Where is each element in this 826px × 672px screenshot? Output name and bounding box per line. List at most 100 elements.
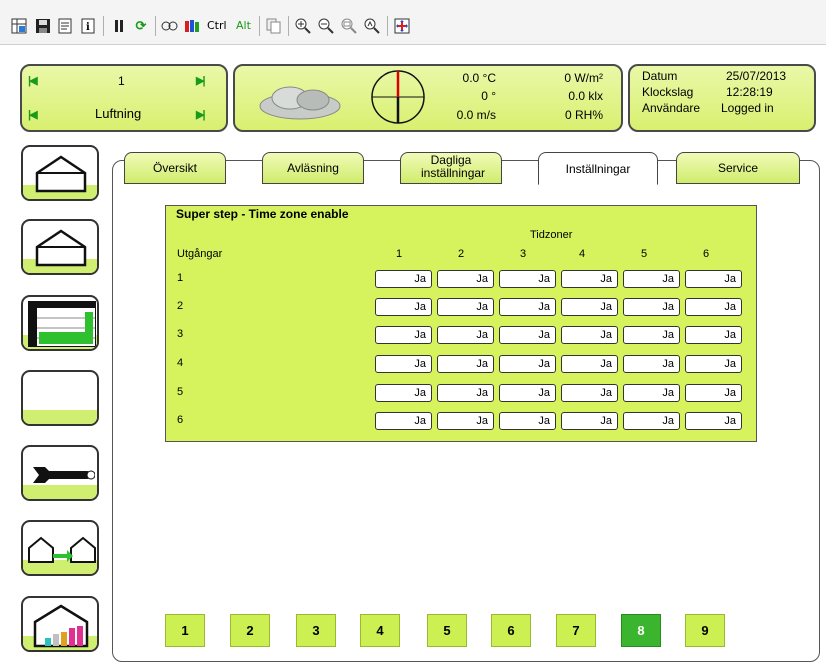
- section-selector: |◀ 1 ▶| |◀ Luftning ▶|: [20, 64, 228, 132]
- zoom-fit-icon[interactable]: [340, 17, 358, 35]
- graph-icon: [28, 301, 96, 347]
- colors-icon[interactable]: [183, 17, 201, 35]
- row-label: 5: [177, 386, 184, 398]
- column-label: 2: [457, 248, 465, 260]
- tab-label: Översikt: [152, 161, 197, 175]
- save-icon[interactable]: [34, 17, 52, 35]
- first-prev-icon[interactable]: |◀: [28, 108, 37, 121]
- time-zone-toggle[interactable]: Ja: [561, 298, 618, 316]
- greenhouse-chart-button[interactable]: [21, 596, 99, 652]
- time-zone-toggle[interactable]: Ja: [623, 298, 680, 316]
- time-zone-toggle[interactable]: Ja: [623, 412, 680, 430]
- time-value: 12:28:19: [726, 85, 773, 99]
- time-zone-toggle[interactable]: Ja: [685, 326, 742, 344]
- time-zone-toggle[interactable]: Ja: [685, 270, 742, 288]
- time-zone-toggle[interactable]: Ja: [623, 384, 680, 402]
- time-zone-toggle[interactable]: Ja: [375, 412, 432, 430]
- column-label: 1: [395, 248, 403, 260]
- time-zone-grid: [165, 205, 757, 442]
- tab-avlasning[interactable]: Avläsning: [262, 152, 364, 184]
- tab-service[interactable]: Service: [676, 152, 800, 184]
- temperature-value: 0.0 °C: [462, 71, 496, 85]
- time-zone-toggle[interactable]: Ja: [499, 298, 556, 316]
- info-panel: Datum 25/07/2013 Klockslag 12:28:19 Anvä…: [628, 64, 816, 132]
- time-zone-toggle[interactable]: Ja: [561, 355, 618, 373]
- next-last-icon[interactable]: ▶|: [196, 74, 205, 87]
- radiation-value: 0 W/m²: [564, 71, 603, 85]
- properties-icon[interactable]: [56, 17, 74, 35]
- row-label: 1: [177, 272, 184, 284]
- time-zone-toggle[interactable]: Ja: [561, 412, 618, 430]
- page-button-8[interactable]: 8: [621, 614, 661, 647]
- column-label: 3: [519, 248, 527, 260]
- time-zone-toggle[interactable]: Ja: [375, 298, 432, 316]
- keys-icon[interactable]: [161, 17, 179, 35]
- greenhouse-icon: [35, 155, 87, 193]
- service-button[interactable]: [21, 445, 99, 501]
- grid-icon[interactable]: [10, 17, 28, 35]
- toolbar: i ⟳ Ctrl Alt: [0, 0, 826, 45]
- time-zone-toggle[interactable]: Ja: [561, 270, 618, 288]
- copy-icon[interactable]: [265, 17, 283, 35]
- tab-installningar[interactable]: Inställningar: [538, 152, 658, 185]
- wind-speed-value: 0.0 m/s: [456, 108, 496, 122]
- time-zone-toggle[interactable]: Ja: [561, 384, 618, 402]
- zoom-in-icon[interactable]: [294, 17, 312, 35]
- grid-title: Super step - Time zone enable: [176, 207, 349, 221]
- time-zone-toggle[interactable]: Ja: [685, 298, 742, 316]
- tab-label: Inställningar: [565, 162, 631, 176]
- time-zone-toggle[interactable]: Ja: [437, 326, 494, 344]
- time-zone-toggle[interactable]: Ja: [685, 355, 742, 373]
- time-zone-toggle[interactable]: Ja: [375, 384, 432, 402]
- time-zone-toggle[interactable]: Ja: [499, 384, 556, 402]
- connected-greenhouses-button[interactable]: [21, 520, 99, 576]
- time-zone-toggle[interactable]: Ja: [375, 270, 432, 288]
- section-name: Luftning: [95, 106, 142, 121]
- time-zone-toggle[interactable]: Ja: [375, 326, 432, 344]
- graph-button[interactable]: [21, 295, 99, 351]
- zoom-custom-icon[interactable]: [363, 17, 381, 35]
- page-button-2[interactable]: 2: [230, 614, 270, 647]
- page-button-5[interactable]: 5: [427, 614, 467, 647]
- page-button-7[interactable]: 7: [556, 614, 596, 647]
- page-button-6[interactable]: 6: [491, 614, 531, 647]
- info-icon[interactable]: i: [79, 17, 97, 35]
- time-zone-toggle[interactable]: Ja: [437, 412, 494, 430]
- tab-dagliga-installningar[interactable]: Dagliga inställningar: [400, 152, 502, 184]
- time-zone-toggle[interactable]: Ja: [437, 270, 494, 288]
- page-button-1[interactable]: 1: [165, 614, 205, 647]
- time-zone-toggle[interactable]: Ja: [499, 326, 556, 344]
- page-button-9[interactable]: 9: [685, 614, 725, 647]
- time-zone-toggle[interactable]: Ja: [685, 412, 742, 430]
- first-prev-icon[interactable]: |◀: [28, 74, 37, 87]
- time-zone-toggle[interactable]: Ja: [623, 326, 680, 344]
- time-zone-toggle[interactable]: Ja: [685, 384, 742, 402]
- time-zone-toggle[interactable]: Ja: [623, 355, 680, 373]
- time-zone-toggle[interactable]: Ja: [499, 355, 556, 373]
- time-zone-toggle[interactable]: Ja: [437, 298, 494, 316]
- time-zone-toggle[interactable]: Ja: [437, 355, 494, 373]
- refresh-icon[interactable]: ⟳: [132, 17, 150, 35]
- time-zone-toggle[interactable]: Ja: [623, 270, 680, 288]
- ctrl-key[interactable]: Ctrl: [207, 17, 227, 35]
- light-value: 0.0 klx: [568, 89, 603, 103]
- alt-key[interactable]: Alt: [236, 17, 251, 35]
- next-last-icon[interactable]: ▶|: [196, 108, 205, 121]
- fullscreen-icon[interactable]: [393, 17, 411, 35]
- zoom-out-icon[interactable]: [317, 17, 335, 35]
- greenhouse-button[interactable]: [21, 219, 99, 275]
- time-zone-toggle[interactable]: Ja: [499, 270, 556, 288]
- blank-button[interactable]: [21, 370, 99, 426]
- page-button-4[interactable]: 4: [360, 614, 400, 647]
- toolbar-separator: [103, 16, 104, 36]
- time-zone-toggle[interactable]: Ja: [499, 412, 556, 430]
- page-button-3[interactable]: 3: [296, 614, 336, 647]
- greenhouse-button[interactable]: [21, 145, 99, 201]
- tab-oversikt[interactable]: Översikt: [124, 152, 226, 184]
- time-zone-toggle[interactable]: Ja: [561, 326, 618, 344]
- humidity-value: 0 RH%: [564, 108, 603, 122]
- pause-icon[interactable]: [110, 17, 128, 35]
- time-zone-toggle[interactable]: Ja: [437, 384, 494, 402]
- svg-text:i: i: [86, 22, 90, 33]
- time-zone-toggle[interactable]: Ja: [375, 355, 432, 373]
